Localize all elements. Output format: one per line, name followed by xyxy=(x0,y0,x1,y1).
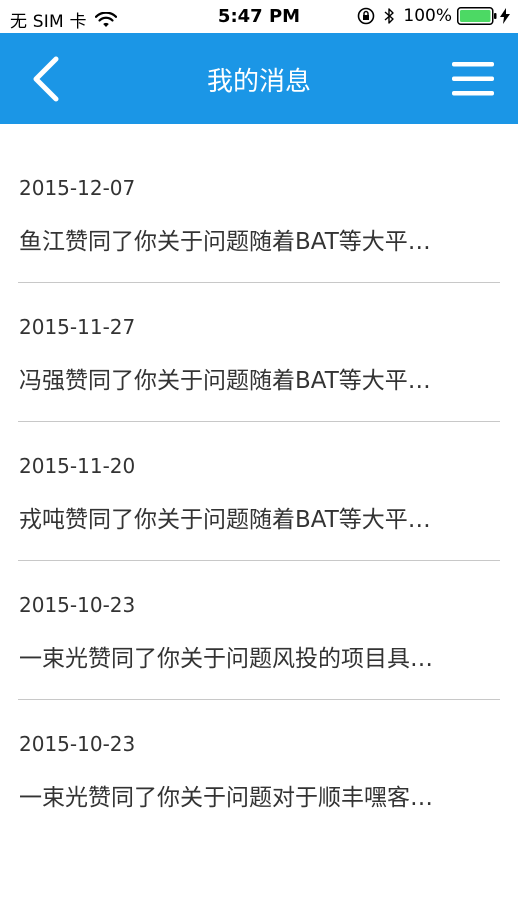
message-item[interactable]: 2015-11-20 戎吨赞同了你关于问题随着BAT等大平… xyxy=(18,402,500,561)
message-text: 一束光赞同了你关于问题对于顺丰嘿客… xyxy=(19,785,433,811)
bluetooth-icon xyxy=(384,8,395,24)
message-date: 2015-10-23 xyxy=(19,593,136,617)
message-date: 2015-12-07 xyxy=(19,176,136,200)
message-item[interactable]: 2015-10-23 一束光赞同了你关于问题风投的项目具… xyxy=(18,541,500,700)
message-text: 戎吨赞同了你关于问题随着BAT等大平… xyxy=(19,507,431,533)
status-right: 100% xyxy=(357,6,510,26)
battery-percent: 100% xyxy=(403,6,452,26)
message-text: 鱼江赞同了你关于问题随着BAT等大平… xyxy=(19,229,431,255)
message-text: 一束光赞同了你关于问题风投的项目具… xyxy=(19,646,433,672)
message-item[interactable]: 2015-11-27 冯强赞同了你关于问题随着BAT等大平… xyxy=(18,263,500,422)
rotation-lock-icon xyxy=(358,7,375,25)
battery-icon xyxy=(457,7,497,25)
charging-bolt-icon xyxy=(500,8,510,24)
message-date: 2015-11-20 xyxy=(19,454,136,478)
nav-bar: 我的消息 xyxy=(0,33,518,124)
message-text: 冯强赞同了你关于问题随着BAT等大平… xyxy=(19,368,431,394)
message-date: 2015-10-23 xyxy=(19,732,136,756)
page-title: 我的消息 xyxy=(206,67,311,97)
message-item[interactable]: 2015-10-23 一束光赞同了你关于问题对于顺丰嘿客… xyxy=(18,680,500,819)
hamburger-menu-icon[interactable] xyxy=(452,59,494,99)
message-date: 2015-11-27 xyxy=(19,315,136,339)
message-item[interactable]: 2015-12-07 鱼江赞同了你关于问题随着BAT等大平… xyxy=(18,124,500,283)
status-bar: 无 SIM 卡 5:47 PM 100% xyxy=(0,0,518,33)
